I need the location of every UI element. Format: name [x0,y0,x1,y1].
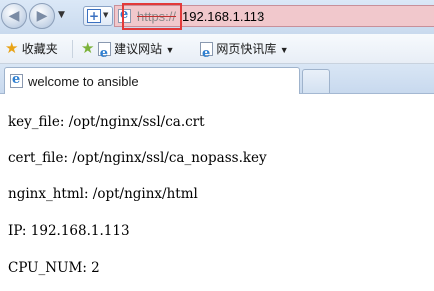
plus-icon: + [87,9,101,23]
ie-page-icon [10,72,23,88]
forward-arrow-icon: ▶ [36,8,48,24]
tab-title: welcome to ansible [28,74,139,89]
content-line-cert-file: cert_file: /opt/nginx/ssl/ca_nopass.key [8,150,267,166]
favorites-label: 收藏夹 [21,42,58,56]
back-arrow-icon: ◀ [8,8,20,24]
content-line-key-file: key_file: /opt/nginx/ssl/ca.crt [8,114,205,130]
ie-page-icon [200,39,213,69]
chevron-down-icon: ▼ [165,45,175,55]
navigation-bar: ◀ ▶ ▼ + ▼ https:// 192.168.1.113 / [0,0,434,34]
web-slice-gallery-button[interactable]: 网页快讯库 ▼ [200,34,289,69]
back-button[interactable]: ◀ [1,3,27,29]
url-path: / [258,9,262,24]
address-bar[interactable]: https:// 192.168.1.113 / [114,3,434,30]
favorites-button[interactable]: ★ 收藏夹 [5,34,58,64]
star-icon: ★ [5,40,19,57]
suggested-sites-button[interactable]: ★ 建议网站 ▼ [81,34,175,69]
ie-page-icon [97,39,111,69]
url-host: 192.168.1.113 [182,9,265,24]
favorites-bar: ★ 收藏夹 ★ 建议网站 ▼ 网页快讯库 ▼ [0,34,434,69]
page-content: key_file: /opt/nginx/ssl/ca.crt cert_fil… [0,94,434,291]
new-page-button[interactable]: + ▼ [83,6,113,26]
forward-button[interactable]: ▶ [29,3,55,29]
content-line-nginx-html: nginx_html: /opt/nginx/html [8,186,198,202]
add-favorite-icon: ★ [81,40,95,57]
content-line-cpu-num: CPU_NUM: 2 [8,260,100,276]
chevron-down-icon: ▼ [279,45,289,55]
new-tab-button[interactable] [302,69,330,93]
url-scheme: https:// [137,9,177,24]
web-slice-gallery-label: 网页快讯库 [216,42,277,56]
divider [72,40,73,58]
suggested-sites-label: 建议网站 [114,42,163,56]
content-line-ip: IP: 192.168.1.113 [8,223,130,239]
tab-bar: welcome to ansible [0,64,434,95]
tab-welcome[interactable]: welcome to ansible [4,67,300,95]
chevron-down-icon: ▼ [103,11,109,19]
history-dropdown-icon[interactable]: ▼ [58,10,65,20]
